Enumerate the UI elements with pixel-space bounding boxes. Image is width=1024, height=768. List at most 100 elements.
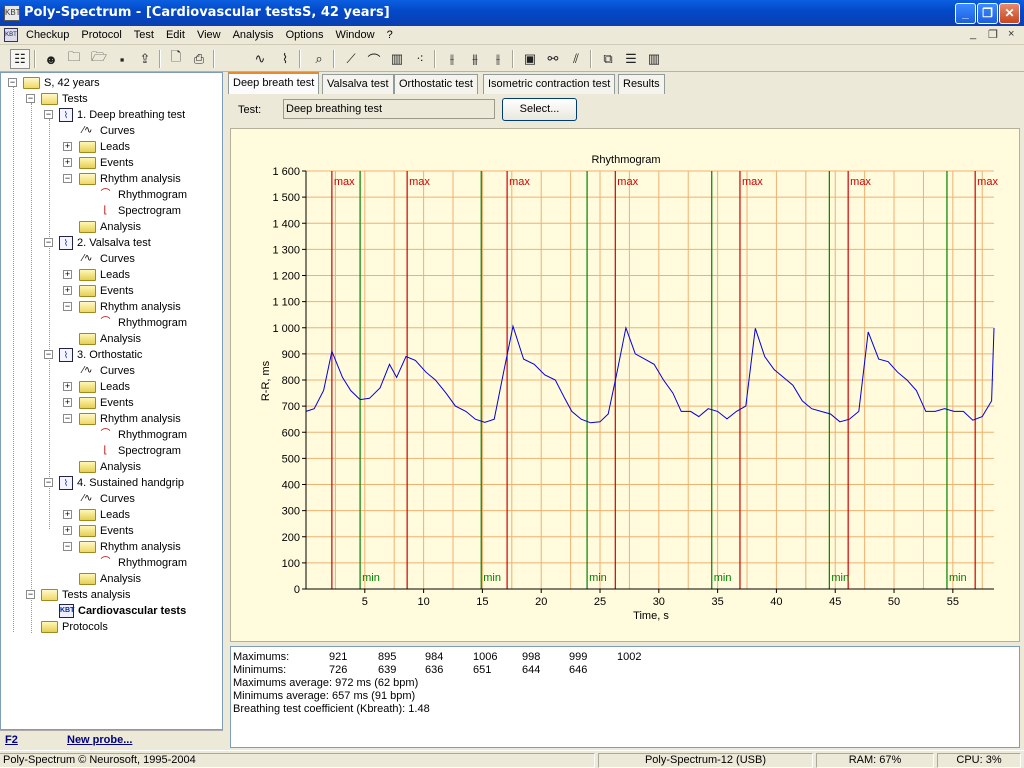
tree-expander[interactable]: − — [44, 238, 53, 247]
tree-analysis[interactable]: Analysis — [79, 571, 141, 587]
tree-events[interactable]: Events — [79, 155, 134, 171]
mdi-child-icon[interactable]: KBT — [4, 28, 18, 42]
f2-shortcut[interactable]: F2 — [5, 734, 18, 746]
tree-events[interactable]: Events — [79, 283, 134, 299]
tree-curves[interactable]: ⁄∿ Curves — [79, 491, 134, 507]
tab-results[interactable]: Results — [618, 74, 665, 94]
tree-expander[interactable]: + — [63, 382, 72, 391]
menu-test[interactable]: Test — [134, 29, 154, 41]
tree-rhythmogram[interactable]: ⌒ Rhythmogram — [97, 315, 188, 331]
zoom-icon[interactable]: ⌕ — [309, 49, 329, 69]
tree-test3[interactable]: ⌇ 3. Orthostatic — [59, 347, 142, 363]
tree-cardiovascular-tests[interactable]: KBT Cardiovascular tests — [59, 603, 186, 619]
rhythm-icon[interactable]: ⌇ — [275, 49, 295, 69]
tree-leads[interactable]: Leads — [79, 267, 130, 283]
mdi-minimize-icon[interactable]: _ — [970, 28, 976, 40]
open-folder-icon[interactable]: 🗀 — [64, 49, 84, 69]
tree-protocols[interactable]: Protocols — [41, 619, 108, 635]
curve-icon[interactable]: ∿ — [250, 49, 270, 69]
tree-root[interactable]: S, 42 years — [23, 75, 100, 91]
tree-expander[interactable]: − — [8, 78, 17, 87]
menu-edit[interactable]: Edit — [166, 29, 185, 41]
folder-icon[interactable]: 🗁 — [89, 49, 109, 69]
line2-icon[interactable]: ⌒ — [364, 49, 384, 69]
tree-rhythmogram[interactable]: ⌒ Rhythmogram — [97, 427, 188, 443]
tree-curves[interactable]: ⁄∿ Curves — [79, 251, 134, 267]
tree-view-icon[interactable]: ☷ — [10, 49, 30, 69]
menu-analysis[interactable]: Analysis — [233, 29, 274, 41]
tree-test1[interactable]: ⌇ 1. Deep breathing test — [59, 107, 185, 123]
menu-view[interactable]: View — [197, 29, 221, 41]
tree-expander[interactable]: + — [63, 158, 72, 167]
tree-rhythm-analysis[interactable]: Rhythm analysis — [79, 411, 181, 427]
tree-tests[interactable]: Tests — [41, 91, 88, 107]
tree-events[interactable]: Events — [79, 523, 134, 539]
menu-protocol[interactable]: Protocol — [81, 29, 121, 41]
tile-horizontal-icon[interactable]: ☰ — [621, 49, 641, 69]
tree-rhythmogram[interactable]: ⌒ Rhythmogram — [97, 555, 188, 571]
mdi-restore-icon[interactable]: ❐ — [988, 28, 998, 41]
tree-expander[interactable]: − — [44, 350, 53, 359]
bars-icon[interactable]: ▥ — [387, 49, 407, 69]
graph-icon[interactable]: ⚯ — [543, 49, 563, 69]
save-icon[interactable]: ▪ — [112, 49, 132, 69]
tree-spectrogram[interactable]: ⌊ Spectrogram — [97, 203, 181, 219]
kbt-icon[interactable]: ▣ — [520, 49, 540, 69]
menu-checkup[interactable]: Checkup — [26, 29, 69, 41]
checkup-tree[interactable]: − S, 42 years − Tests − ⌇ 1. Deep breathi… — [0, 72, 223, 730]
tile-vertical-icon[interactable]: ▥ — [644, 49, 664, 69]
tree-expander[interactable]: − — [26, 94, 35, 103]
close-icon[interactable]: ✕ — [999, 3, 1020, 24]
menu-options[interactable]: Options — [286, 29, 324, 41]
menu-window[interactable]: Window — [335, 29, 374, 41]
tree-leads[interactable]: Leads — [79, 139, 130, 155]
tab-valsalva[interactable]: Valsalva test — [322, 74, 394, 94]
tree-curves[interactable]: ⁄∿ Curves — [79, 123, 134, 139]
person-icon[interactable]: ☻ — [41, 49, 61, 69]
tree-expander[interactable]: − — [26, 590, 35, 599]
tree-rhythmogram[interactable]: ⌒ Rhythmogram — [97, 187, 188, 203]
tab-deep-breath[interactable]: Deep breath test — [228, 72, 320, 94]
tree-expander[interactable]: − — [63, 174, 72, 183]
tree-expander[interactable]: + — [63, 526, 72, 535]
app-icon[interactable]: KBT — [4, 5, 21, 21]
mdi-close-icon[interactable]: × — [1008, 28, 1014, 40]
tree-rhythm-analysis[interactable]: Rhythm analysis — [79, 299, 181, 315]
tree-expander[interactable]: − — [63, 414, 72, 423]
scatter-icon[interactable]: ⁖ — [410, 49, 430, 69]
markers2-icon[interactable]: ⫵ — [465, 49, 485, 69]
new-probe-link[interactable]: New probe... — [67, 734, 132, 746]
tree-events[interactable]: Events — [79, 395, 134, 411]
markers-icon[interactable]: ⫲ — [442, 49, 462, 69]
tree-expander[interactable]: + — [63, 286, 72, 295]
cascade-icon[interactable]: ⧉ — [598, 49, 618, 69]
minimize-icon[interactable]: _ — [955, 3, 976, 24]
tree-expander[interactable]: + — [63, 142, 72, 151]
tree-rhythm-analysis[interactable]: Rhythm analysis — [79, 539, 181, 555]
tree-test4[interactable]: ⌇ 4. Sustained handgrip — [59, 475, 184, 491]
tree-expander[interactable]: − — [63, 542, 72, 551]
tree-leads[interactable]: Leads — [79, 507, 130, 523]
tree-tests-analysis[interactable]: Tests analysis — [41, 587, 130, 603]
tree-analysis[interactable]: Analysis — [79, 331, 141, 347]
line-icon[interactable]: ⟋ — [341, 49, 361, 69]
export-icon[interactable]: ⇪ — [135, 49, 155, 69]
tree-analysis[interactable]: Analysis — [79, 219, 141, 235]
tree-expander[interactable]: − — [44, 478, 53, 487]
chart-icon[interactable]: ⫽ — [566, 49, 586, 69]
tab-isometric[interactable]: Isometric contraction test — [483, 74, 616, 94]
menu-help[interactable]: ? — [387, 29, 393, 41]
tree-leads[interactable]: Leads — [79, 379, 130, 395]
tree-rhythm-analysis[interactable]: Rhythm analysis — [79, 171, 181, 187]
tree-expander[interactable]: − — [63, 302, 72, 311]
markers3-icon[interactable]: ⫲ — [488, 49, 508, 69]
tree-curves[interactable]: ⁄∿ Curves — [79, 363, 134, 379]
tree-expander[interactable]: + — [63, 510, 72, 519]
tree-test2[interactable]: ⌇ 2. Valsalva test — [59, 235, 151, 251]
tree-spectrogram[interactable]: ⌊ Spectrogram — [97, 443, 181, 459]
tree-expander[interactable]: + — [63, 398, 72, 407]
tree-analysis[interactable]: Analysis — [79, 459, 141, 475]
print-preview-icon[interactable]: 🗋 — [166, 49, 186, 69]
print-icon[interactable]: ⎙ — [189, 49, 209, 69]
tab-orthostatic[interactable]: Orthostatic test — [394, 74, 478, 94]
